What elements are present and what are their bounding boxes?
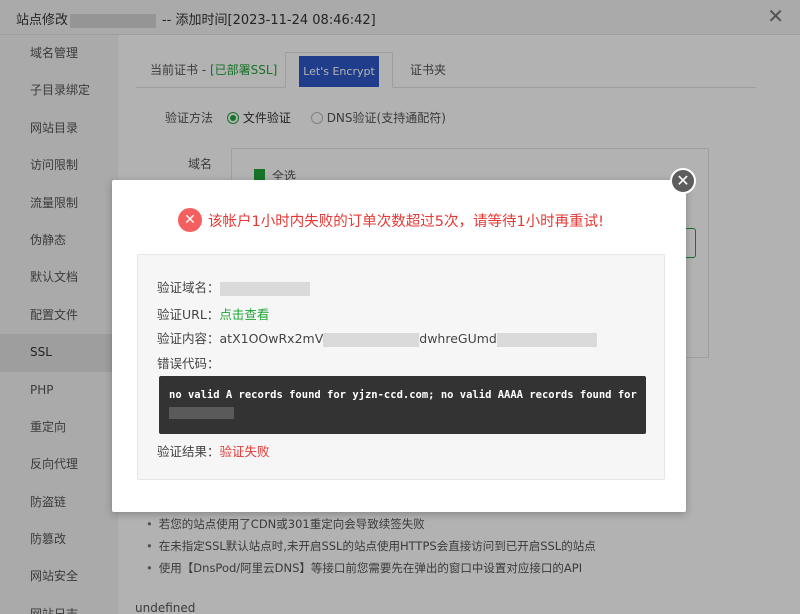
redacted-code [169, 407, 234, 419]
verify-domain-row: 验证域名： [157, 277, 310, 296]
modal-close-icon[interactable]: ✕ [670, 168, 696, 194]
error-icon: ✕ [178, 208, 202, 232]
verify-domain-label: 验证域名： [157, 280, 220, 295]
verify-content-row: 验证内容：atX1OOwRx2mV dwhreGUmd [157, 328, 597, 347]
redacted-content [323, 332, 420, 347]
verify-result-label: 验证结果： [157, 444, 220, 459]
redacted-domain [219, 281, 310, 296]
verify-url-label: 验证URL： [157, 307, 220, 322]
error-modal: ✕ 该帐户1小时内失败的订单次数超过5次，请等待1小时再重试! 验证域名： 验证U… [112, 180, 686, 512]
verify-content-part1: atX1OOwRx2mV [219, 331, 324, 346]
error-header: ✕ 该帐户1小时内失败的订单次数超过5次，请等待1小时再重试! [178, 208, 604, 232]
error-code-block: no valid A records found for yjzn-ccd.co… [159, 376, 646, 434]
error-code-label: 错误代码： [157, 356, 220, 371]
error-code-text: no valid A records found for yjzn-ccd.co… [169, 389, 637, 401]
error-message: 该帐户1小时内失败的订单次数超过5次，请等待1小时再重试! [208, 213, 604, 230]
verify-url-link[interactable]: 点击查看 [219, 307, 269, 322]
verify-url-row: 验证URL：点击查看 [157, 304, 269, 323]
redacted-content [496, 332, 597, 347]
verify-content-label: 验证内容： [157, 331, 220, 346]
verify-content-part2: dwhreGUmd [419, 331, 497, 346]
verify-result-row: 验证结果：验证失败 [157, 441, 270, 460]
verify-result-value: 验证失败 [219, 444, 270, 459]
verify-info-panel: 验证域名： 验证URL：点击查看 验证内容：atX1OOwRx2mV dwhreG… [137, 254, 665, 480]
error-code-row: 错误代码： [157, 353, 220, 372]
